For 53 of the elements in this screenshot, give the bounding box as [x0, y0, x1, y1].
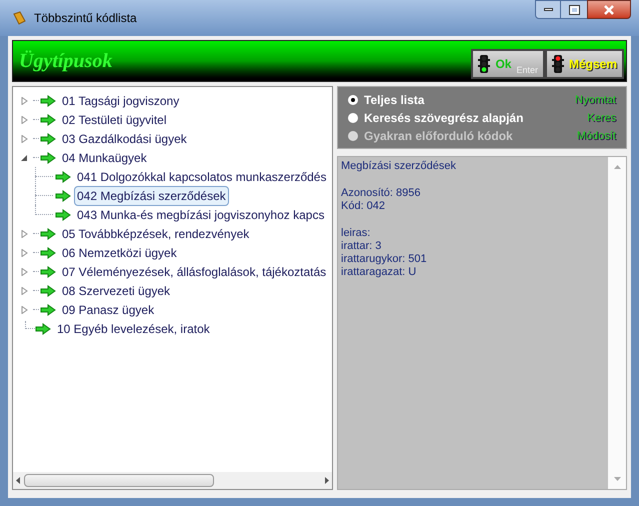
tree-item[interactable]: 03 Gazdálkodási ügyek	[59, 128, 190, 148]
traffic-light-icon	[478, 55, 490, 73]
tree-item[interactable]: 042 Megbízási szerződések	[74, 186, 229, 206]
maximize-button[interactable]	[561, 0, 587, 19]
tree-item[interactable]: 04 Munkaügyek	[59, 148, 150, 168]
tree-item[interactable]: 01 Tagsági jogviszony	[59, 90, 182, 110]
scroll-right-icon[interactable]	[325, 477, 329, 484]
expander-icon[interactable]	[21, 154, 28, 162]
tree-item[interactable]: 05 Továbbképzések, rendezvények	[59, 224, 252, 244]
arrow-icon	[40, 304, 56, 316]
arrow-icon	[40, 266, 56, 278]
minimize-button[interactable]	[535, 0, 561, 19]
arrow-icon	[55, 170, 71, 182]
arrow-icon	[40, 246, 56, 258]
detail-line: irattar: 3	[341, 240, 382, 253]
radio-button[interactable]	[348, 95, 358, 105]
tree-item[interactable]: 10 Egyéb levelezések, iratok	[54, 318, 213, 338]
radio-label[interactable]: Keresés szövegrész alapján	[364, 109, 524, 127]
tree-item[interactable]: 07 Véleményezések, állásfoglalások, tájékoztatás	[59, 262, 330, 282]
arrow-icon	[40, 152, 56, 164]
scroll-left-icon[interactable]	[16, 477, 20, 484]
tree-item[interactable]: 09 Panasz ügyek	[59, 300, 158, 320]
detail-line: Megbízási szerződések	[341, 160, 457, 173]
close-button[interactable]	[587, 0, 631, 19]
radio-button[interactable]	[348, 113, 358, 123]
arrow-icon	[40, 132, 56, 144]
detail-line: Azonosító: 8956	[341, 187, 422, 200]
tree-item[interactable]: 08 Szervezeti ügyek	[59, 280, 174, 300]
detail-line: leiras:	[341, 227, 372, 240]
close-icon	[604, 4, 614, 14]
tree-item[interactable]: 02 Testületi ügyvitel	[59, 110, 170, 130]
header-title: Ügytípusok	[19, 49, 112, 74]
detail-line: Kód: 042	[341, 200, 386, 213]
horizontal-scrollbar[interactable]	[13, 472, 332, 489]
arrow-icon	[35, 322, 51, 334]
window-title: Többszintű kódlista	[34, 10, 137, 27]
detail-line: irattaragazat: U	[341, 266, 418, 279]
arrow-icon	[40, 114, 56, 126]
book-icon	[12, 11, 26, 25]
arrow-icon	[40, 228, 56, 240]
arrow-icon	[55, 208, 71, 220]
detail-line: irattarugykor: 501	[341, 253, 428, 266]
arrow-icon	[40, 94, 56, 106]
radio-label[interactable]: Teljes lista	[364, 91, 424, 109]
scroll-up-icon[interactable]	[614, 165, 620, 169]
arrow-icon	[55, 190, 71, 202]
traffic-light-icon	[552, 55, 564, 73]
scroll-down-icon[interactable]	[614, 477, 620, 481]
tree-item[interactable]: 06 Nemzetközi ügyek	[59, 242, 180, 262]
shortcut-hint: Enter	[516, 64, 538, 76]
tree-item[interactable]: 041 Dolgozókkal kapcsolatos munkaszerződés	[74, 166, 330, 186]
tree-item[interactable]: 043 Munka-és megbízási jogviszonyhoz kapcs	[74, 204, 328, 224]
arrow-icon	[40, 284, 56, 296]
